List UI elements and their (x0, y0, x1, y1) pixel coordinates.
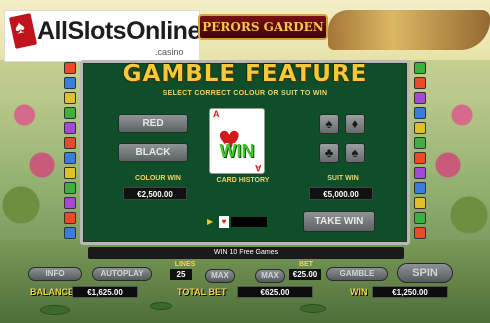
spades-button[interactable]: ♠ (319, 114, 339, 134)
win-label: WIN (350, 287, 368, 297)
history-card-heart: ♥ (219, 216, 229, 228)
info-button[interactable]: INFO (28, 267, 82, 281)
lily-pad (150, 302, 172, 310)
status-message: WIN 10 Free Games (88, 247, 404, 259)
bet-label: BET (299, 261, 313, 268)
blossom-tree-left (0, 55, 70, 255)
lily-pad (40, 305, 70, 315)
payline-marker (64, 137, 76, 149)
payline-marker (64, 62, 76, 74)
card-rank: A (213, 109, 220, 119)
balance-value: €1,625.00 (72, 286, 138, 298)
golden-dragon-decoration (328, 10, 490, 50)
spin-button[interactable]: SPIN (397, 263, 453, 283)
payline-marker (64, 107, 76, 119)
autoplay-button[interactable]: AUTOPLAY (92, 267, 152, 281)
suit-win-value: €5,000.00 (309, 187, 373, 200)
payline-marker (414, 167, 426, 179)
card-rank-bottom: A (254, 163, 262, 173)
payline-marker (64, 182, 76, 194)
spades-alt-button[interactable]: ♠ (345, 143, 365, 163)
payline-marker (414, 152, 426, 164)
max-lines-button[interactable]: MAX (205, 269, 235, 283)
allslotsonline-logo: ♠ AllSlotsOnline .casino (4, 10, 201, 62)
total-bet-value: €625.00 (237, 286, 313, 298)
payline-marker (64, 152, 76, 164)
diamonds-button[interactable]: ♦ (345, 114, 365, 134)
take-win-button[interactable]: TAKE WIN (303, 211, 375, 232)
payline-marker (414, 212, 426, 224)
game-title: PERORS GARDEN (202, 20, 324, 34)
win-value: €1,250.00 (372, 286, 448, 298)
payline-marker (414, 227, 426, 239)
payline-marker (64, 167, 76, 179)
logo-subtext: .casino (155, 47, 184, 57)
total-bet-label: TOTAL BET (177, 287, 227, 297)
payline-marker (414, 92, 426, 104)
logo-text: AllSlotsOnline (37, 17, 201, 45)
payline-marker (64, 197, 76, 209)
game-title-banner: PERORS GARDEN (198, 14, 328, 40)
paylines-left (64, 62, 76, 242)
lily-pad (300, 304, 326, 313)
balance-label: BALANCE (30, 287, 74, 297)
card-history-label: CARD HISTORY (216, 177, 270, 184)
payline-marker (64, 122, 76, 134)
payline-marker (64, 227, 76, 239)
clubs-button[interactable]: ♣ (319, 143, 339, 163)
payline-marker (414, 107, 426, 119)
colour-win-value: €2,500.00 (123, 187, 187, 200)
blossom-tree-right (420, 55, 490, 255)
card-history: ▶ ♥ (207, 216, 269, 228)
paylines-right (414, 62, 426, 242)
max-bet-button[interactable]: MAX (255, 269, 285, 283)
red-button[interactable]: RED (118, 114, 188, 133)
payline-marker (414, 122, 426, 134)
gamble-button[interactable]: GAMBLE (326, 267, 388, 281)
payline-marker (414, 77, 426, 89)
black-button[interactable]: BLACK (118, 143, 188, 162)
payline-marker (414, 197, 426, 209)
payline-marker (414, 182, 426, 194)
gamble-instructions: SELECT CORRECT COLOUR OR SUIT TO WIN (162, 90, 328, 97)
lines-value: 25 (170, 269, 192, 280)
history-empty-slots (231, 217, 267, 227)
lines-label: LINES (174, 261, 196, 268)
payline-marker (64, 92, 76, 104)
payline-marker (64, 212, 76, 224)
payline-marker (414, 137, 426, 149)
gamble-panel: GAMBLE FEATURE SELECT CORRECT COLOUR OR … (80, 60, 410, 245)
bet-value: €25.00 (289, 269, 321, 280)
gamble-title: GAMBLE FEATURE (122, 61, 368, 87)
win-result-text: WIN (219, 141, 255, 161)
payline-marker (64, 77, 76, 89)
colour-win-label: COLOUR WIN (135, 175, 181, 182)
suit-win-label: SUIT WIN (327, 175, 359, 182)
history-arrow-icon: ▶ (207, 217, 214, 226)
payline-marker (414, 62, 426, 74)
